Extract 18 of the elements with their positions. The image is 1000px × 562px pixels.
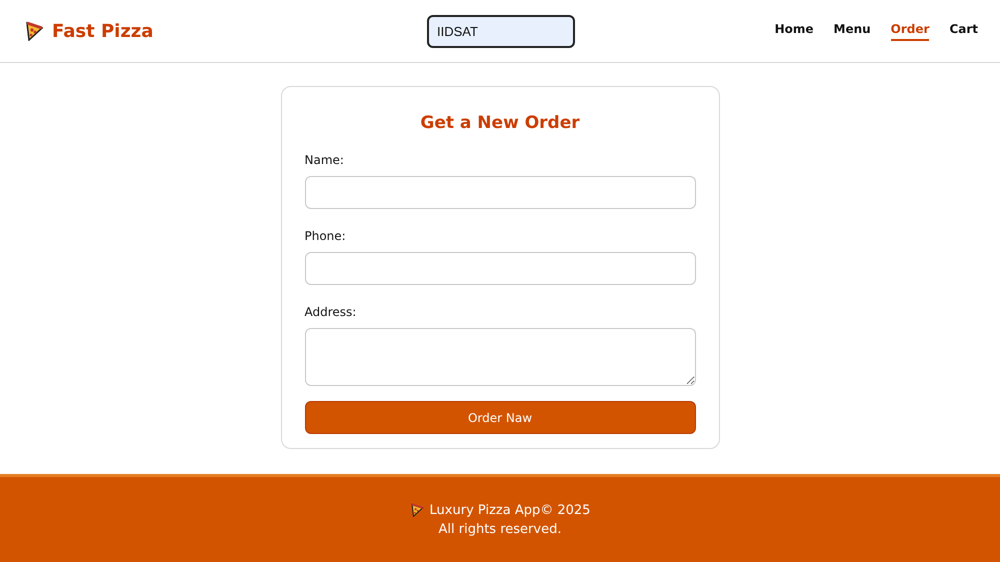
input-field[interactable] [304, 252, 696, 285]
copyright-text: Luxury Pizza App© 2025 [430, 502, 590, 518]
pizza-slice-icon [24, 21, 44, 41]
address-field[interactable] [304, 328, 696, 386]
rights-text: All rights reserved. [438, 522, 562, 536]
brand-name: Fast Pizza [52, 20, 154, 42]
order-button[interactable]: Order Naw [304, 401, 696, 434]
input-field[interactable] [304, 176, 696, 209]
field-label: Phone: [304, 229, 347, 243]
nav-link[interactable]: Cart [949, 22, 978, 40]
field-label: Address: [304, 305, 358, 319]
field-label: Name: [304, 153, 345, 167]
pizza-slice-icon [410, 503, 424, 517]
nav-link[interactable]: Menu [834, 22, 871, 40]
nav-link[interactable]: Home [774, 22, 814, 40]
search-field[interactable]: IIDSAT [427, 14, 575, 48]
nav-link[interactable]: Order [890, 22, 930, 40]
form-title: Get a New Order [419, 113, 581, 133]
